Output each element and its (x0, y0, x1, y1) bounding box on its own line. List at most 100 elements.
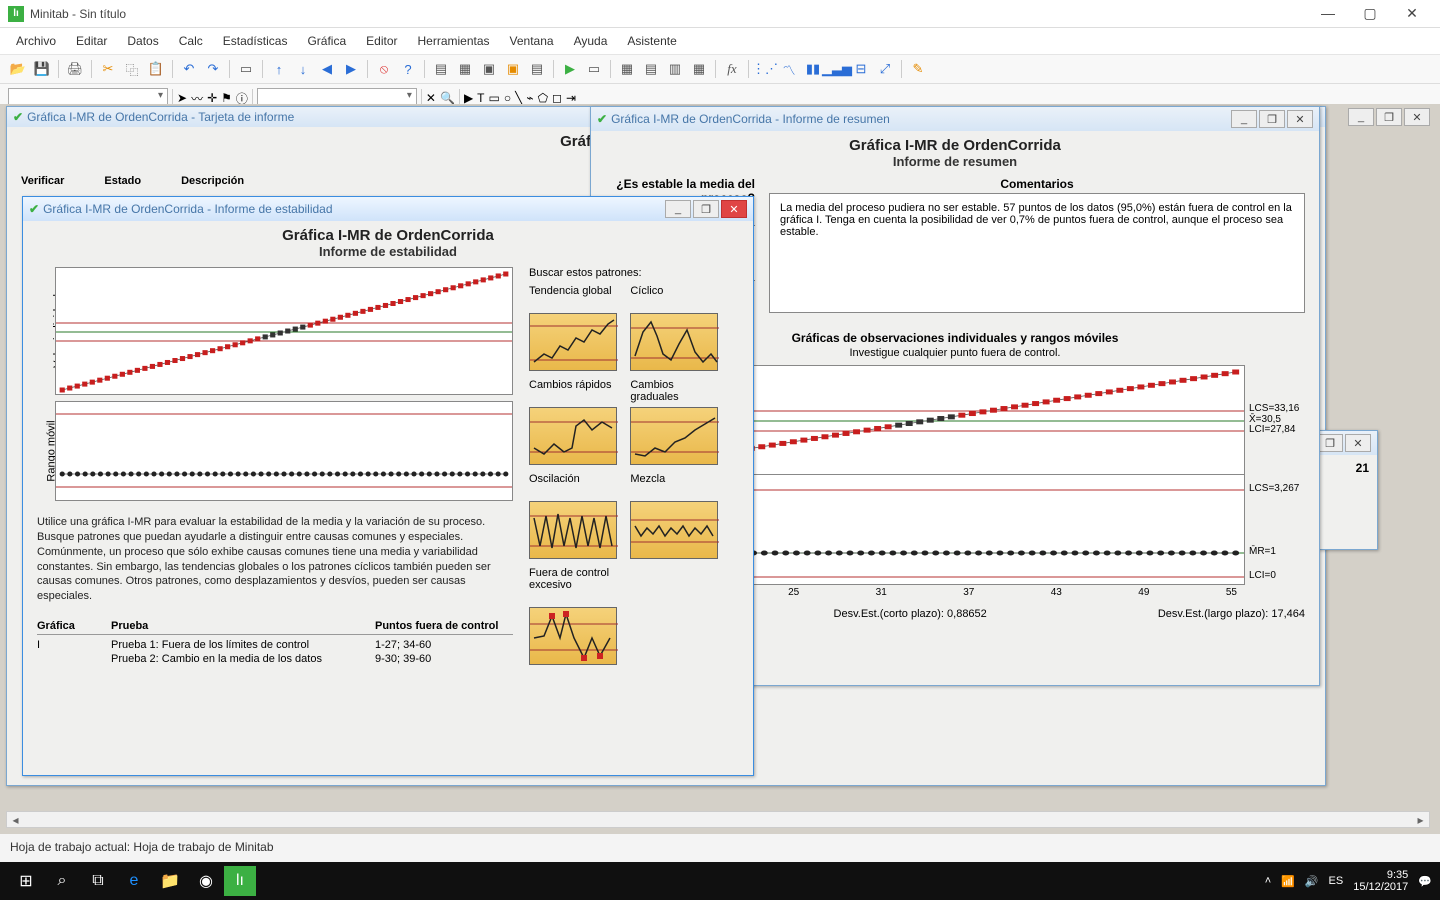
redo-icon[interactable]: ↷ (203, 59, 223, 79)
windows-taskbar: ⊞ ⌕ ⧉ e 📁 ◉ lı ˄ 📶 🔊 ES 9:35 15/12/2017 … (0, 862, 1440, 900)
maximize-button[interactable]: ▢ (1358, 5, 1382, 22)
pointer-icon[interactable]: ➤ (177, 91, 187, 105)
aux-max[interactable]: ❐ (1317, 434, 1343, 452)
mdi-parent-restore[interactable]: ❐ (1376, 108, 1402, 126)
worksheet-hscroll[interactable]: ◂ ▸ (6, 811, 1430, 828)
i-lcl-label: LCI=27,84 (1249, 424, 1295, 435)
menu-archivo[interactable]: Archivo (12, 32, 60, 50)
marker-tool-icon[interactable]: ◻ (552, 91, 562, 105)
menu-editar[interactable]: Editar (72, 32, 111, 50)
flag-icon[interactable]: ⚑ (221, 91, 232, 105)
tray-time: 9:35 (1353, 869, 1408, 881)
paste-icon[interactable]: 📋 (146, 59, 166, 79)
tray-up-icon[interactable]: ˄ (1265, 875, 1271, 887)
tray-notifications-icon[interactable]: 💬 (1418, 875, 1432, 888)
summary-close[interactable]: ✕ (1287, 110, 1313, 128)
aux-label: 21 (1319, 455, 1377, 481)
mdi-parent-close[interactable]: ✕ (1404, 108, 1430, 126)
menu-grafica[interactable]: Gráfica (303, 32, 350, 50)
task-view-icon[interactable]: ⧉ (80, 866, 116, 896)
chart-line-icon[interactable]: 〽 (779, 59, 799, 79)
chart-scatter-icon[interactable]: ⋮⋰ (755, 59, 775, 79)
nav-prev-icon[interactable]: ◀ (317, 59, 337, 79)
grid-icon[interactable]: ▦ (689, 59, 709, 79)
menu-herramientas[interactable]: Herramientas (414, 32, 494, 50)
worksheet-icon[interactable]: ▦ (455, 59, 475, 79)
stability-subheading: Informe de estabilidad (37, 244, 739, 259)
polyline-tool-icon[interactable]: ⌁ (526, 91, 533, 105)
menu-ventana[interactable]: Ventana (506, 32, 558, 50)
window-stability-title-text: Gráfica I-MR de OrdenCorrida - Informe d… (43, 202, 665, 216)
menu-estadisticas[interactable]: Estadísticas (219, 32, 292, 50)
range-tool-icon[interactable]: ⇥ (566, 91, 576, 105)
chart-bar-icon[interactable]: ▮▮ (803, 59, 823, 79)
explorer-icon[interactable]: 📁 (152, 866, 188, 896)
tray-lang[interactable]: ES (1329, 875, 1344, 887)
edit-icon[interactable]: ✎ (908, 59, 928, 79)
fx-icon[interactable]: fx (722, 59, 742, 79)
session-window-icon[interactable]: ▤ (431, 59, 451, 79)
edge-icon[interactable]: e (116, 866, 152, 896)
close-button[interactable]: ✕ (1400, 5, 1424, 22)
open-icon[interactable]: 📂 (8, 59, 28, 79)
chrome-icon[interactable]: ◉ (188, 866, 224, 896)
line-tool-icon[interactable]: ╲ (515, 91, 522, 105)
window-stability-title[interactable]: ✔ Gráfica I-MR de OrdenCorrida - Informe… (23, 197, 753, 221)
run-icon[interactable]: ▶ (560, 59, 580, 79)
window-summary-title[interactable]: ✔ Gráfica I-MR de OrdenCorrida - Informe… (591, 107, 1319, 131)
tile-icon[interactable]: ▦ (617, 59, 637, 79)
nav-next-icon[interactable]: ▶ (341, 59, 361, 79)
aux-close[interactable]: ✕ (1345, 434, 1371, 452)
minimize-button[interactable]: — (1316, 5, 1340, 22)
new-window-icon[interactable]: ▭ (236, 59, 256, 79)
chart-boxplot-icon[interactable]: ⊟ (851, 59, 871, 79)
windows-list-icon[interactable]: ▭ (584, 59, 604, 79)
stability-description: Utilice una gráfica I-MR para evaluar la… (37, 515, 513, 604)
window-aux: _ ❐ ✕ 21 (1318, 430, 1378, 550)
search-icon[interactable]: ⌕ (44, 866, 80, 896)
delete-icon[interactable]: ✕ (426, 91, 436, 105)
stability-close[interactable]: ✕ (721, 200, 747, 218)
undo-icon[interactable]: ↶ (179, 59, 199, 79)
stability-heading: Gráfica I-MR de OrdenCorrida (37, 227, 739, 244)
save-icon[interactable]: 💾 (32, 59, 52, 79)
start-button[interactable]: ⊞ (8, 866, 44, 896)
arrow-down-icon[interactable]: ↓ (293, 59, 313, 79)
copy-icon[interactable]: ⿻ (122, 59, 142, 79)
stability-min[interactable]: _ (665, 200, 691, 218)
arrow-up-icon[interactable]: ↑ (269, 59, 289, 79)
polygon-tool-icon[interactable]: ⬠ (538, 91, 548, 105)
cancel-icon[interactable]: ⦸ (374, 59, 394, 79)
zoom-icon[interactable]: 🔍 (440, 91, 455, 105)
graph-folder-icon[interactable]: ▣ (503, 59, 523, 79)
summary-min[interactable]: _ (1231, 110, 1257, 128)
text-tool-icon[interactable]: T (477, 91, 484, 105)
menu-calc[interactable]: Calc (175, 32, 207, 50)
chart-probability-icon[interactable]: ⤢ (875, 59, 895, 79)
stability-max[interactable]: ❐ (693, 200, 719, 218)
rect-tool-icon[interactable]: ▭ (489, 91, 500, 105)
mdi-parent-min[interactable]: _ (1348, 108, 1374, 126)
select-tool-icon[interactable]: ▶ (464, 91, 473, 105)
menu-asistente[interactable]: Asistente (623, 32, 680, 50)
cut-icon[interactable]: ✂ (98, 59, 118, 79)
minitab-taskbar-icon[interactable]: lı (224, 866, 256, 896)
help-icon[interactable]: ? (398, 59, 418, 79)
menu-ayuda[interactable]: Ayuda (570, 32, 612, 50)
cascade-icon[interactable]: ▤ (641, 59, 661, 79)
circle-tool-icon[interactable]: ○ (504, 91, 511, 105)
menu-editor[interactable]: Editor (362, 32, 401, 50)
tray-volume-icon[interactable]: 🔊 (1305, 875, 1319, 888)
table-icon[interactable]: ▥ (665, 59, 685, 79)
tray-network-icon[interactable]: 📶 (1281, 875, 1295, 888)
print-icon[interactable]: 🖨 (65, 59, 85, 79)
chart-histogram-icon[interactable]: ▁▃▅ (827, 59, 847, 79)
summary-max[interactable]: ❐ (1259, 110, 1285, 128)
col-estado: Estado (104, 175, 141, 187)
report-icon[interactable]: ▤ (527, 59, 547, 79)
crosshair-icon[interactable]: ✛ (207, 91, 217, 105)
table-row: Prueba 2: Cambio en la media de los dato… (37, 653, 513, 665)
stability-mr-chart (55, 401, 513, 501)
menu-datos[interactable]: Datos (123, 32, 162, 50)
project-manager-icon[interactable]: ▣ (479, 59, 499, 79)
